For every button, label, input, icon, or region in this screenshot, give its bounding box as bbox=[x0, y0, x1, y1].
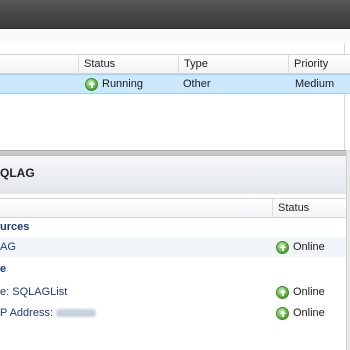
role-row-selected[interactable]: Running Other Medium bbox=[0, 74, 350, 94]
column-name-header[interactable] bbox=[0, 55, 78, 73]
resource-status: Online bbox=[276, 303, 325, 323]
resource-status-text: Online bbox=[293, 307, 325, 319]
resource-name-text: P Address: bbox=[0, 307, 53, 319]
role-status-text: Running bbox=[102, 78, 143, 90]
resource-row[interactable]: AG Online bbox=[0, 237, 346, 257]
redacted-ip-value bbox=[56, 309, 96, 318]
column-resource-name-header[interactable] bbox=[0, 199, 272, 217]
resource-status: Online bbox=[276, 282, 325, 302]
column-type-header[interactable]: Type bbox=[178, 55, 288, 73]
right-scroll-edge bbox=[346, 150, 350, 350]
group-label-resources: urces bbox=[0, 221, 30, 233]
toolbar-gap bbox=[0, 29, 350, 43]
resource-status-text: Online bbox=[293, 241, 325, 253]
window-toolbar bbox=[0, 0, 350, 29]
column-resource-status-header[interactable]: Status bbox=[272, 199, 346, 217]
group-label-server-name: e bbox=[0, 263, 7, 275]
roles-list-header: Status Type Priority bbox=[0, 54, 350, 74]
detail-title: QLAG bbox=[0, 166, 35, 180]
role-type-cell: Other bbox=[183, 78, 211, 90]
column-priority-header[interactable]: Priority bbox=[288, 55, 350, 73]
resources-pane: Status urces AG Online e e: SQLAGList On… bbox=[0, 194, 346, 350]
resource-name: AG bbox=[0, 241, 16, 253]
role-priority-cell: Medium bbox=[295, 78, 335, 90]
role-status-cell: Running bbox=[80, 75, 178, 93]
column-status-header[interactable]: Status bbox=[78, 55, 178, 73]
roles-list-pane: Status Type Priority Running Other Mediu… bbox=[0, 43, 350, 150]
resource-name-with-redacted: P Address: bbox=[0, 303, 96, 323]
green-up-arrow-icon bbox=[276, 285, 289, 299]
resource-row[interactable]: e: SQLAGList Online bbox=[0, 282, 346, 302]
resource-status-text: Online bbox=[293, 286, 325, 298]
resource-row[interactable]: P Address: Online bbox=[0, 303, 346, 323]
resources-list-header: Status bbox=[0, 198, 346, 218]
resource-name: e: SQLAGList bbox=[0, 286, 68, 298]
green-up-arrow-icon bbox=[276, 240, 289, 254]
resource-status: Online bbox=[276, 237, 325, 257]
detail-header: QLAG bbox=[0, 156, 346, 195]
role-name-cell bbox=[0, 75, 78, 93]
green-up-arrow-icon bbox=[276, 306, 289, 320]
green-up-arrow-icon bbox=[85, 77, 98, 91]
